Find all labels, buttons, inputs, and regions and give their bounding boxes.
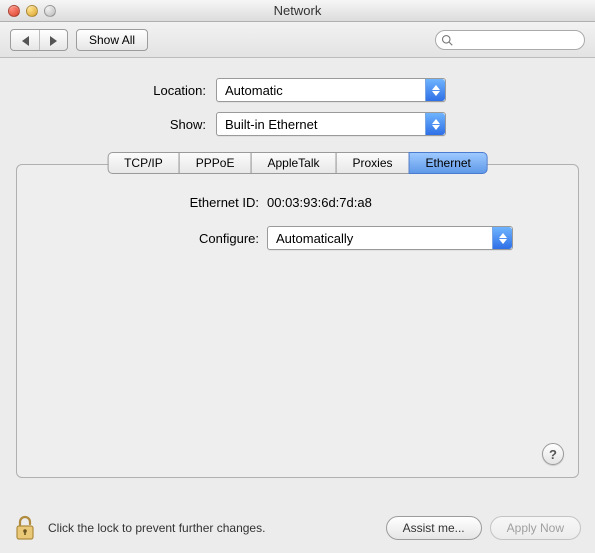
lock-text: Click the lock to prevent further change… xyxy=(48,521,265,535)
location-value: Automatic xyxy=(225,83,283,98)
settings-panel: Ethernet ID: 00:03:93:6d:7d:a8 Configure… xyxy=(16,164,579,478)
window-title: Network xyxy=(0,3,595,18)
select-stepper-icon xyxy=(492,227,512,249)
footer: Click the lock to prevent further change… xyxy=(0,503,595,553)
search-input[interactable] xyxy=(435,30,585,50)
ethernet-id-value: 00:03:93:6d:7d:a8 xyxy=(267,195,372,210)
titlebar: Network xyxy=(0,0,595,22)
configure-value: Automatically xyxy=(276,231,353,246)
location-select[interactable]: Automatic xyxy=(216,78,446,102)
configure-label: Configure: xyxy=(35,231,267,246)
back-button[interactable] xyxy=(11,30,39,51)
main-content: Location: Automatic Show: Built-in Ether… xyxy=(0,58,595,490)
lock-icon[interactable] xyxy=(14,515,36,541)
configure-select[interactable]: Automatically xyxy=(267,226,513,250)
tab-ethernet[interactable]: Ethernet xyxy=(409,152,488,174)
show-select[interactable]: Built-in Ethernet xyxy=(216,112,446,136)
tab-tcp-ip[interactable]: TCP/IP xyxy=(107,152,180,174)
show-row: Show: Built-in Ethernet xyxy=(16,112,579,136)
forward-button[interactable] xyxy=(39,30,67,51)
chevron-right-icon xyxy=(50,36,57,46)
toolbar: Show All xyxy=(0,22,595,58)
configure-row: Configure: Automatically xyxy=(35,226,560,250)
help-button[interactable]: ? xyxy=(542,443,564,465)
show-value: Built-in Ethernet xyxy=(225,117,318,132)
search-icon xyxy=(441,34,453,46)
nav-back-forward xyxy=(10,29,68,51)
show-all-button[interactable]: Show All xyxy=(76,29,148,51)
select-stepper-icon xyxy=(425,79,445,101)
chevron-left-icon xyxy=(22,36,29,46)
ethernet-id-label: Ethernet ID: xyxy=(35,195,267,210)
ethernet-id-row: Ethernet ID: 00:03:93:6d:7d:a8 xyxy=(35,195,560,210)
help-icon: ? xyxy=(549,447,557,462)
tabbar: TCP/IPPPPoEAppleTalkProxiesEthernet xyxy=(107,152,488,174)
tab-proxies[interactable]: Proxies xyxy=(336,152,410,174)
select-stepper-icon xyxy=(425,113,445,135)
search-wrap xyxy=(435,30,585,50)
location-row: Location: Automatic xyxy=(16,78,579,102)
show-label: Show: xyxy=(16,117,216,132)
tab-appletalk[interactable]: AppleTalk xyxy=(250,152,336,174)
location-label: Location: xyxy=(16,83,216,98)
tab-pppoe[interactable]: PPPoE xyxy=(179,152,252,174)
apply-now-button: Apply Now xyxy=(490,516,581,540)
settings-panel-wrap: TCP/IPPPPoEAppleTalkProxiesEthernet Ethe… xyxy=(16,164,579,478)
assist-me-button[interactable]: Assist me... xyxy=(386,516,482,540)
